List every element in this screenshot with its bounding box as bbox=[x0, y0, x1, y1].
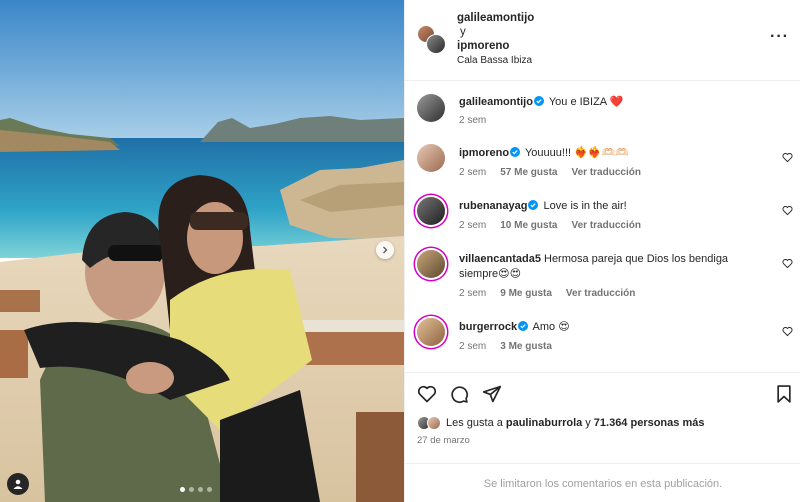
comments-limited-notice: Se limitaron los comentarios en esta pub… bbox=[405, 463, 800, 502]
collab-avatars[interactable] bbox=[417, 25, 447, 55]
post-header: galileamontijo y ipmoreno Cala Bassa Ibi… bbox=[405, 0, 800, 81]
comment-username[interactable]: ipmoreno bbox=[459, 147, 509, 159]
comment-username[interactable]: galileamontijo bbox=[459, 96, 533, 108]
translate-link[interactable]: Ver traducción bbox=[571, 220, 640, 231]
avatar[interactable] bbox=[417, 197, 445, 225]
liked-by-username[interactable]: paulinaburrola bbox=[506, 417, 582, 429]
carousel-dots bbox=[180, 487, 212, 492]
heart-icon[interactable] bbox=[782, 258, 793, 269]
heart-icon[interactable] bbox=[782, 152, 793, 163]
avatar[interactable] bbox=[417, 318, 445, 346]
comment-time[interactable]: 2 sem bbox=[459, 167, 486, 178]
likes-others-count[interactable]: 71.364 personas más bbox=[594, 417, 705, 429]
verified-badge-icon bbox=[533, 96, 544, 106]
post-actions: Les gusta a paulinaburrola y 71.364 pers… bbox=[405, 372, 800, 502]
comment-text: Amo 😍 bbox=[532, 321, 570, 333]
avatar[interactable] bbox=[417, 250, 445, 278]
post-date[interactable]: 27 de marzo bbox=[417, 435, 470, 446]
heart-icon[interactable] bbox=[782, 205, 793, 216]
bookmark-icon[interactable] bbox=[774, 384, 794, 404]
likes-prefix: Les gusta a bbox=[446, 417, 503, 429]
photo-image bbox=[0, 0, 404, 502]
likes-summary[interactable]: Les gusta a paulinaburrola y 71.364 pers… bbox=[417, 416, 704, 430]
comment-time[interactable]: 2 sem bbox=[459, 220, 486, 231]
author-username[interactable]: galileamontijo bbox=[457, 11, 534, 25]
comment-time[interactable]: 2 sem bbox=[459, 115, 486, 126]
coauthor-username[interactable]: ipmoreno bbox=[457, 39, 534, 53]
post-detail-panel: galileamontijo y ipmoreno Cala Bassa Ibi… bbox=[404, 0, 800, 502]
carousel-next-button[interactable] bbox=[376, 241, 394, 259]
location-link[interactable]: Cala Bassa Ibiza bbox=[457, 54, 534, 68]
heart-icon[interactable] bbox=[417, 384, 437, 404]
translate-link[interactable]: Ver traducción bbox=[571, 167, 640, 178]
comment-text: Love is in the air! bbox=[543, 200, 627, 212]
avatar[interactable] bbox=[417, 94, 445, 122]
carousel-dot[interactable] bbox=[180, 487, 185, 492]
post-photo[interactable] bbox=[0, 0, 404, 502]
comment-icon[interactable] bbox=[449, 384, 469, 404]
comment-username[interactable]: rubenanayag bbox=[459, 200, 527, 212]
person-tag-icon bbox=[13, 479, 23, 489]
more-options-button[interactable]: ··· bbox=[770, 29, 789, 45]
comment-likes[interactable]: 9 Me gusta bbox=[500, 288, 552, 299]
comment-username[interactable]: villaencantada5 bbox=[459, 253, 541, 265]
heart-icon[interactable] bbox=[782, 326, 793, 337]
more-horizontal-icon: ··· bbox=[770, 28, 789, 45]
comment-likes[interactable]: 3 Me gusta bbox=[500, 341, 552, 352]
carousel-dot[interactable] bbox=[198, 487, 203, 492]
carousel-dot[interactable] bbox=[207, 487, 212, 492]
chevron-right-icon bbox=[383, 246, 388, 254]
avatar bbox=[427, 416, 441, 430]
verified-badge-icon bbox=[510, 147, 521, 157]
comment-text: Youuuu!!! ❤️‍🔥❤️‍🔥🫶🏻🫶🏻 bbox=[524, 147, 629, 159]
send-icon[interactable] bbox=[482, 384, 502, 404]
comment-time[interactable]: 2 sem bbox=[459, 341, 486, 352]
author-conjunction: y bbox=[460, 26, 466, 38]
comment-username[interactable]: burgerrock bbox=[459, 321, 517, 333]
verified-badge-icon bbox=[528, 200, 539, 210]
likes-conjunction: y bbox=[585, 417, 591, 429]
verified-badge-icon bbox=[518, 321, 529, 331]
comment-time[interactable]: 2 sem bbox=[459, 288, 486, 299]
translate-link[interactable]: Ver traducción bbox=[566, 288, 635, 299]
comments-list[interactable]: galileamontijo You e IBIZA ❤️ 2 sem ipmo… bbox=[405, 82, 800, 372]
comment-likes[interactable]: 57 Me gusta bbox=[500, 167, 557, 178]
comment-likes[interactable]: 10 Me gusta bbox=[500, 220, 557, 231]
avatar bbox=[426, 34, 446, 54]
tagged-people-button[interactable] bbox=[7, 473, 29, 495]
avatar[interactable] bbox=[417, 144, 445, 172]
carousel-dot[interactable] bbox=[189, 487, 194, 492]
comment-text: You e IBIZA ❤️ bbox=[548, 96, 624, 108]
